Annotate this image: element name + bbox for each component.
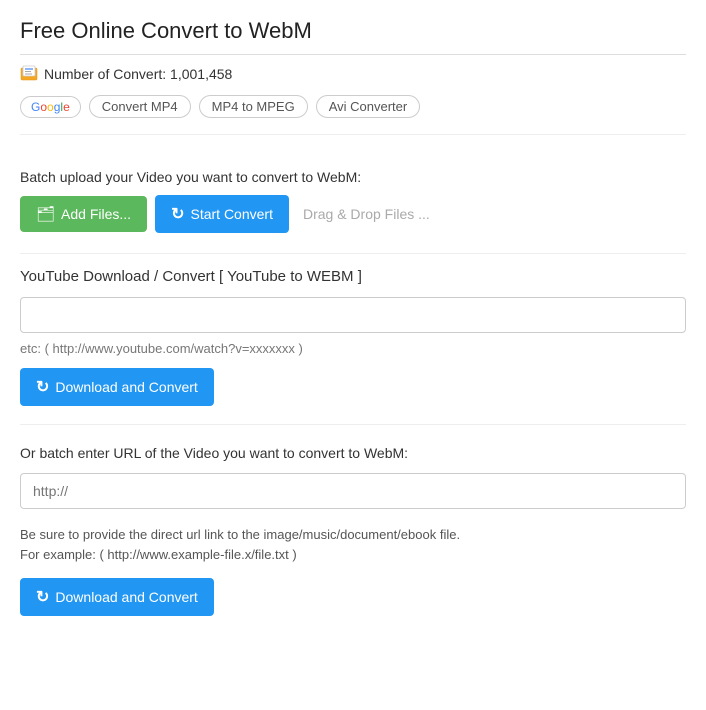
- batch-hint-line1: Be sure to provide the direct url link t…: [20, 527, 460, 542]
- add-files-icon: 🗂: [36, 205, 55, 223]
- batch-section: Or batch enter URL of the Video you want…: [20, 445, 686, 616]
- start-convert-icon: ↻: [171, 204, 184, 224]
- start-convert-label: Start Convert: [190, 206, 272, 222]
- batch-download-label: Download and Convert: [55, 589, 197, 605]
- batch-url-input[interactable]: [20, 473, 686, 509]
- drag-drop-label: Drag & Drop Files ...: [303, 206, 430, 222]
- pill-link-avi-converter[interactable]: Avi Converter: [316, 95, 421, 118]
- youtube-hint: etc: ( http://www.youtube.com/watch?v=xx…: [20, 341, 686, 356]
- links-row: Google Convert MP4 MP4 to MPEG Avi Conve…: [20, 95, 686, 118]
- google-link[interactable]: Google: [20, 96, 81, 118]
- pill-link-mp4-mpeg[interactable]: MP4 to MPEG: [199, 95, 308, 118]
- batch-section-title: Or batch enter URL of the Video you want…: [20, 445, 686, 461]
- youtube-section: YouTube Download / Convert [ YouTube to …: [20, 268, 686, 406]
- youtube-download-convert-button[interactable]: ↻ Download and Convert: [20, 368, 214, 406]
- upload-controls: 🗂 Add Files... ↻ Start Convert Drag & Dr…: [20, 195, 686, 233]
- batch-hint-text: Be sure to provide the direct url link t…: [20, 525, 686, 564]
- start-convert-button[interactable]: ↻ Start Convert: [155, 195, 289, 233]
- page-title: Free Online Convert to WebM: [20, 18, 686, 55]
- youtube-section-title: YouTube Download / Convert [ YouTube to …: [20, 268, 686, 285]
- counter-icon: [20, 65, 38, 83]
- pill-link-convert-mp4[interactable]: Convert MP4: [89, 95, 191, 118]
- youtube-download-icon: ↻: [36, 377, 49, 397]
- youtube-url-input[interactable]: youtube.com/watch?v=EY7K0CGRIjk: [20, 297, 686, 333]
- add-files-button[interactable]: 🗂 Add Files...: [20, 196, 147, 232]
- counter-text: Number of Convert: 1,001,458: [44, 66, 232, 82]
- batch-download-icon: ↻: [36, 587, 49, 607]
- youtube-download-label: Download and Convert: [55, 379, 197, 395]
- batch-download-convert-button[interactable]: ↻ Download and Convert: [20, 578, 214, 616]
- upload-label: Batch upload your Video you want to conv…: [20, 169, 686, 185]
- add-files-label: Add Files...: [61, 206, 131, 222]
- batch-hint-line2: For example: ( http://www.example-file.x…: [20, 547, 297, 562]
